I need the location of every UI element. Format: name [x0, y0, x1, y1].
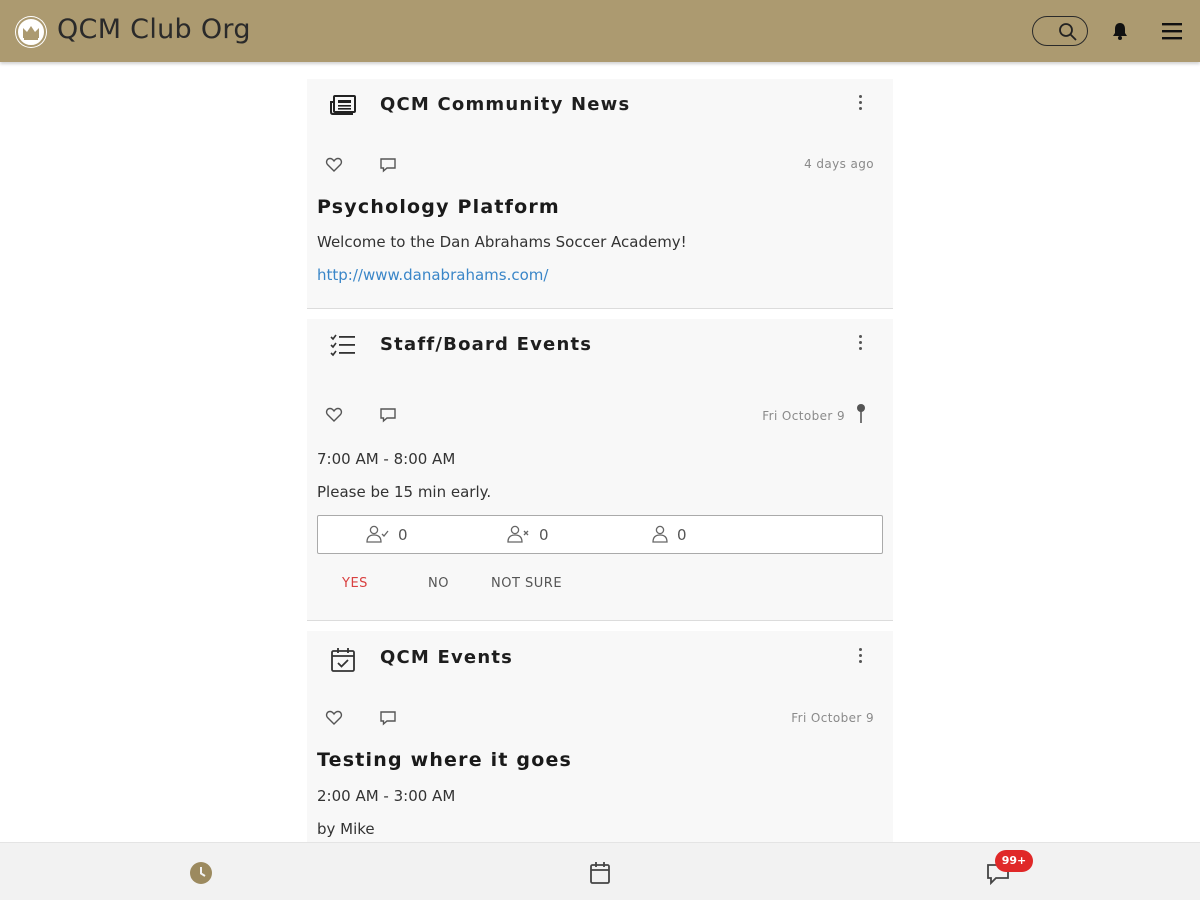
bell-icon[interactable]: [1110, 21, 1130, 45]
more-options-icon[interactable]: [856, 648, 864, 668]
more-options-icon[interactable]: [856, 95, 864, 115]
event-author: by Mike: [317, 820, 375, 838]
user-icon: [652, 525, 668, 543]
post-text: Welcome to the Dan Abrahams Soccer Acade…: [317, 233, 687, 251]
feed-card-news: QCM Community News 4 days ago Psychology…: [307, 79, 893, 309]
user-x-icon: [507, 525, 529, 543]
card-title: Staff/Board Events: [380, 334, 593, 355]
club-logo-icon[interactable]: [15, 16, 47, 48]
notification-badge: 99+: [995, 850, 1033, 872]
calendar-check-icon: [329, 646, 357, 678]
event-time-range: 2:00 AM - 3:00 AM: [317, 787, 456, 805]
heart-icon[interactable]: [325, 157, 343, 173]
feed-card-staff-events: Staff/Board Events Fri October 9 7:00 AM…: [307, 319, 893, 621]
rsvp-going-count: 0: [398, 526, 408, 544]
user-check-icon: [366, 525, 389, 543]
rsvp-going: 0: [366, 525, 408, 544]
rsvp-not-sure-button[interactable]: NOT SURE: [491, 576, 562, 591]
post-title: Testing where it goes: [317, 749, 573, 771]
feed: QCM Community News 4 days ago Psychology…: [307, 79, 893, 863]
comment-icon[interactable]: [379, 157, 397, 173]
rsvp-not-going-count: 0: [539, 526, 549, 544]
event-note: Please be 15 min early.: [317, 483, 492, 501]
comment-icon[interactable]: [379, 407, 397, 423]
location-pin-icon[interactable]: [855, 403, 867, 425]
rsvp-yes-button[interactable]: YES: [342, 576, 368, 591]
hamburger-menu-icon[interactable]: [1161, 22, 1183, 44]
more-options-icon[interactable]: [856, 335, 864, 355]
app-title: QCM Club Org: [57, 14, 251, 45]
heart-icon[interactable]: [325, 710, 343, 726]
rsvp-no-button[interactable]: NO: [428, 576, 449, 591]
top-app-bar: QCM Club Org: [0, 0, 1200, 62]
newspaper-icon: [329, 92, 357, 122]
calendar-icon[interactable]: [589, 861, 611, 889]
event-time-range: 7:00 AM - 8:00 AM: [317, 450, 456, 468]
feed-card-qcm-events: QCM Events Fri October 9 Testing where i…: [307, 631, 893, 863]
event-date: Fri October 9: [762, 409, 845, 423]
search-button[interactable]: [1032, 16, 1088, 46]
search-icon: [1059, 23, 1077, 41]
post-title: Psychology Platform: [317, 196, 560, 218]
clock-icon[interactable]: [189, 861, 213, 889]
card-title: QCM Events: [380, 647, 514, 668]
heart-icon[interactable]: [325, 407, 343, 423]
rsvp-maybe-count: 0: [677, 526, 687, 544]
rsvp-maybe: 0: [651, 525, 687, 544]
rsvp-summary: 0 0 0: [317, 515, 883, 554]
rsvp-not-going: 0: [507, 525, 549, 544]
post-link[interactable]: http://www.danabrahams.com/: [317, 266, 548, 284]
comment-icon[interactable]: [379, 710, 397, 726]
event-date: Fri October 9: [791, 711, 874, 725]
post-time: 4 days ago: [804, 157, 874, 171]
checklist-icon: [329, 332, 357, 362]
card-title: QCM Community News: [380, 94, 631, 115]
